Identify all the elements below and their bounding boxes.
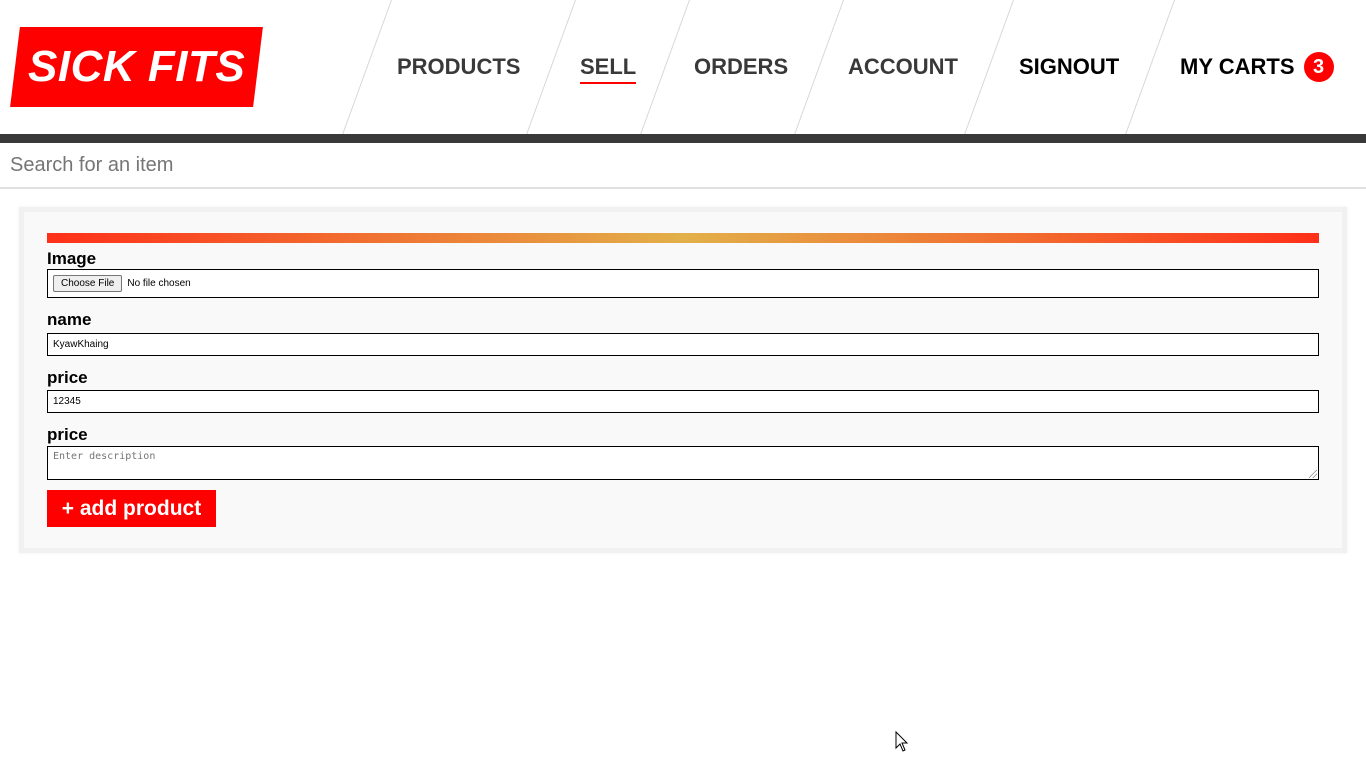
image-file-input[interactable]: Choose File No file chosen	[47, 269, 1319, 298]
add-product-button[interactable]: + add product	[47, 490, 216, 527]
name-input[interactable]: KyawKhaing	[47, 333, 1319, 356]
form-gradient-bar	[47, 233, 1319, 243]
description-textarea[interactable]: Enter description	[47, 446, 1319, 480]
header-divider-bar	[0, 134, 1366, 143]
add-product-form: Image Choose File No file chosen name Ky…	[19, 207, 1347, 553]
choose-file-button[interactable]: Choose File	[53, 275, 123, 292]
nav-separator	[525, 0, 576, 136]
cart-count-badge: 3	[1303, 52, 1334, 82]
nav-item-products[interactable]: PRODUCTS	[397, 0, 520, 134]
nav-item-account[interactable]: ACCOUNT	[848, 0, 958, 134]
nav-item-orders[interactable]: ORDERS	[694, 0, 788, 134]
nav-item-signout[interactable]: SIGNOUT	[1019, 0, 1119, 134]
nav-item-my-carts[interactable]: MY CARTS 3	[1180, 0, 1334, 134]
description-label: price	[47, 425, 88, 444]
mouse-cursor-icon	[895, 731, 909, 752]
description-placeholder: Enter description	[53, 451, 156, 462]
search-input[interactable]	[0, 143, 1366, 189]
nav-separator	[639, 0, 690, 136]
main-nav: PRODUCTS SELL ORDERS ACCOUNT SIGNOUT MY …	[0, 0, 1366, 136]
nav-separator	[1124, 0, 1175, 136]
name-label: name	[47, 310, 92, 329]
nav-separator	[793, 0, 844, 136]
nav-separator	[341, 0, 392, 136]
resize-handle-icon[interactable]	[1309, 470, 1317, 478]
price-input[interactable]: 12345	[47, 390, 1319, 413]
nav-item-sell[interactable]: SELL	[580, 0, 637, 134]
price-label: price	[47, 368, 88, 387]
image-label: Image	[47, 249, 97, 268]
file-status-text: No file chosen	[127, 278, 191, 289]
site-header: SICK FITS PRODUCTS SELL ORDERS ACCOUNT S…	[0, 0, 1366, 136]
nav-separator	[963, 0, 1014, 136]
